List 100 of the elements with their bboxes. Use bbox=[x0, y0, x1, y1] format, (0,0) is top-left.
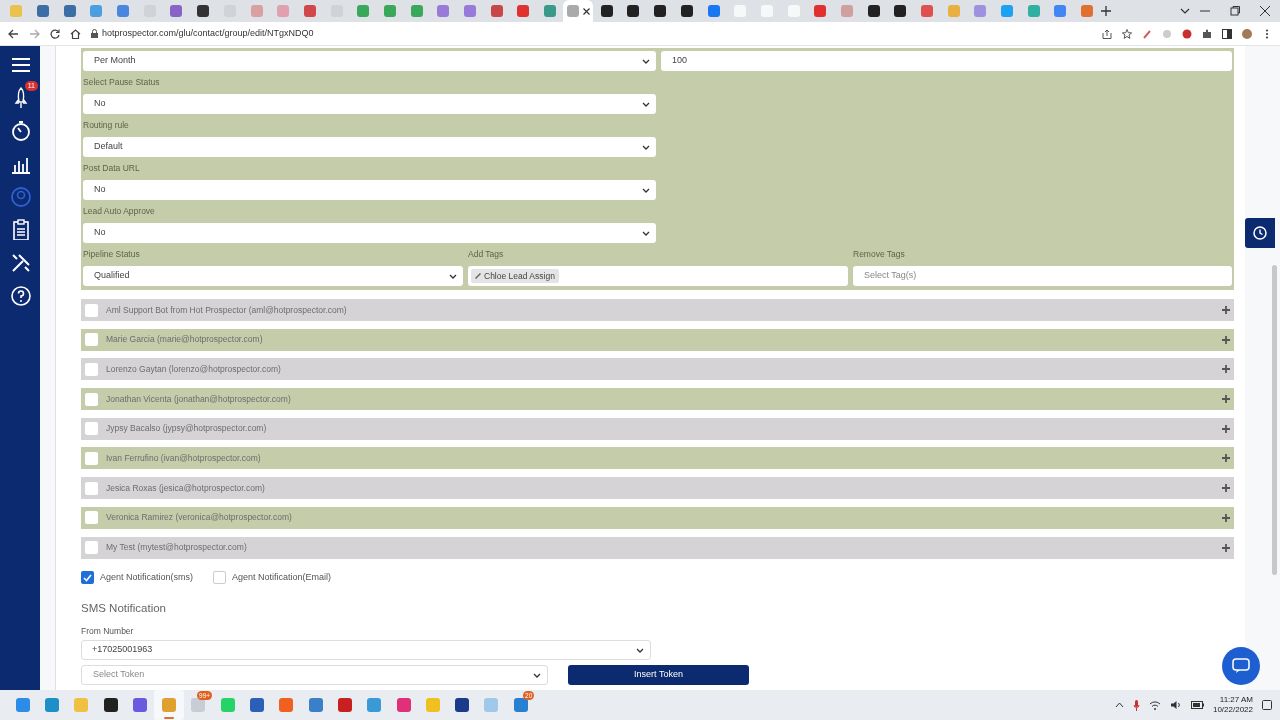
address-bar[interactable]: hotprospector.com/glu/contact/group/edit/NTgxNDQ0 bbox=[102, 26, 314, 41]
field-label: From Number bbox=[81, 625, 135, 638]
chevron-up-icon[interactable] bbox=[1114, 702, 1124, 708]
section-heading: SMS Notification bbox=[81, 601, 167, 616]
app-icon[interactable] bbox=[454, 697, 471, 713]
chat-icon bbox=[1232, 658, 1250, 674]
checkbox[interactable] bbox=[85, 541, 98, 554]
select-field[interactable]: Default bbox=[83, 137, 656, 157]
checkbox-label: Agent Notification(sms) bbox=[100, 570, 194, 584]
checkbox[interactable] bbox=[85, 303, 98, 317]
chevron-down-icon bbox=[533, 671, 541, 679]
select-field[interactable]: Per Month bbox=[83, 51, 656, 71]
checkbox[interactable] bbox=[85, 333, 98, 347]
checkbox-label: Agent Notification(Email) bbox=[232, 570, 332, 584]
agent-name: Aml Support Bot from Hot Prospector (aml@hotprospector.com) bbox=[106, 303, 348, 317]
clock-icon bbox=[1253, 226, 1267, 240]
lock-icon bbox=[91, 29, 98, 38]
select-field[interactable]: No bbox=[83, 223, 656, 243]
plus-icon[interactable] bbox=[1222, 306, 1230, 314]
plus-icon[interactable] bbox=[1222, 513, 1230, 522]
field-label: Remove Tags bbox=[853, 248, 906, 262]
insert-token-button[interactable]: Insert Token bbox=[568, 665, 749, 685]
new-tab-icon[interactable] bbox=[1100, 6, 1111, 16]
tools-icon[interactable] bbox=[9, 251, 31, 273]
field-label: Select Pause Status bbox=[83, 76, 161, 90]
checkbox[interactable] bbox=[85, 362, 98, 376]
avatar-icon[interactable] bbox=[1242, 28, 1252, 39]
select-field[interactable]: No bbox=[83, 94, 656, 114]
share-icon[interactable] bbox=[1102, 28, 1112, 39]
checkbox[interactable] bbox=[85, 481, 98, 495]
field-label: Lead Auto Approve bbox=[83, 205, 156, 219]
plus-icon[interactable] bbox=[1222, 484, 1230, 493]
back-icon[interactable] bbox=[8, 28, 19, 39]
agent-row[interactable]: Aml Support Bot from Hot Prospector (aml@hotprospector.com) bbox=[81, 299, 1234, 321]
checkbox[interactable] bbox=[81, 570, 94, 584]
plus-icon[interactable] bbox=[1222, 335, 1230, 344]
agent-row[interactable]: Jesica Roxas (jesica@hotprospector.com) bbox=[81, 477, 1234, 500]
extension-icon[interactable] bbox=[1182, 28, 1192, 39]
agent-row[interactable]: Jypsy Bacalso (jypsy@hotprospector.com) bbox=[81, 417, 1234, 440]
battery-icon[interactable] bbox=[1190, 701, 1204, 709]
agent-name: Jesica Roxas (jesica@hotprospector.com) bbox=[106, 481, 266, 495]
clock-time[interactable]: 11:27 AM bbox=[1219, 695, 1253, 705]
tags-field[interactable]: Select Tag(s) bbox=[853, 266, 1232, 286]
notification-icon[interactable] bbox=[1262, 700, 1272, 710]
close-icon[interactable] bbox=[1260, 6, 1270, 16]
home-icon[interactable] bbox=[70, 28, 81, 39]
help-icon[interactable] bbox=[9, 284, 31, 306]
checkbox[interactable] bbox=[213, 570, 227, 584]
forward-icon[interactable] bbox=[29, 28, 40, 39]
plus-icon[interactable] bbox=[1222, 543, 1230, 552]
checkbox[interactable] bbox=[85, 422, 98, 436]
chevron-down-icon bbox=[642, 57, 650, 65]
reload-icon[interactable] bbox=[50, 28, 60, 39]
chevron-down-icon bbox=[449, 272, 457, 280]
tags-field[interactable]: Chloe Lead Assign bbox=[468, 266, 848, 286]
checkbox[interactable] bbox=[85, 392, 98, 406]
input-field[interactable]: 100 bbox=[661, 51, 1232, 71]
plus-icon[interactable] bbox=[1222, 424, 1230, 433]
field-label: Routing rule bbox=[83, 119, 130, 133]
plus-icon[interactable] bbox=[1222, 454, 1230, 463]
field-label: Post Data URL bbox=[83, 162, 141, 176]
agent-name: Lorenzo Gaytan (lorenzo@hotprospector.com) bbox=[106, 363, 282, 376]
scrollbar[interactable] bbox=[1272, 265, 1277, 575]
star-icon[interactable] bbox=[1122, 28, 1132, 39]
chevron-down-icon bbox=[636, 646, 644, 654]
select-field[interactable]: Qualified bbox=[83, 266, 463, 286]
field-label: Add Tags bbox=[468, 248, 505, 262]
user-circle-icon[interactable] bbox=[9, 185, 31, 207]
chevron-down-icon bbox=[642, 143, 650, 151]
close-icon[interactable] bbox=[582, 7, 590, 15]
agent-name: Ivan Ferrufino (ivan@hotprospector.com) bbox=[106, 452, 262, 465]
field-label: Pipeline Status bbox=[83, 248, 141, 262]
chevron-down-icon bbox=[642, 229, 650, 237]
agent-name: Veronica Ramirez (veronica@hotprospector.com) bbox=[106, 511, 293, 525]
checkbox[interactable] bbox=[85, 451, 98, 465]
history-button[interactable] bbox=[1245, 218, 1275, 248]
plus-icon[interactable] bbox=[1222, 365, 1230, 374]
chevron-down-icon bbox=[642, 186, 650, 194]
sidebar-icon[interactable] bbox=[1222, 28, 1232, 39]
timer-icon[interactable] bbox=[9, 119, 31, 141]
app-icon[interactable] bbox=[102, 697, 119, 713]
microphone-icon[interactable] bbox=[1132, 699, 1140, 711]
clock-date[interactable]: 10/22/2022 bbox=[1212, 705, 1253, 715]
select-field[interactable]: Select Token bbox=[81, 665, 548, 685]
agent-name: My Test (mytest@hotprospector.com) bbox=[106, 541, 248, 554]
plus-icon[interactable] bbox=[1222, 395, 1230, 404]
agent-row[interactable]: My Test (mytest@hotprospector.com) bbox=[81, 536, 1234, 559]
wifi-icon[interactable] bbox=[1148, 700, 1161, 710]
select-field[interactable]: +17025001963 bbox=[81, 640, 651, 660]
restore-icon[interactable] bbox=[1230, 6, 1240, 16]
remove-icon[interactable] bbox=[475, 273, 481, 279]
extension-icon[interactable] bbox=[1142, 28, 1152, 39]
agent-name: Jypsy Bacalso (jypsy@hotprospector.com) bbox=[106, 422, 268, 436]
select-field[interactable]: No bbox=[83, 180, 656, 200]
puzzle-icon[interactable] bbox=[1202, 28, 1212, 39]
agent-name: Marie Garcia (marie@hotprospector.com) bbox=[106, 333, 264, 347]
agent-row[interactable]: Lorenzo Gaytan (lorenzo@hotprospector.com) bbox=[81, 358, 1234, 381]
speaker-icon[interactable] bbox=[1169, 700, 1182, 710]
checkbox[interactable] bbox=[85, 511, 98, 525]
chevron-down-icon[interactable] bbox=[1180, 8, 1190, 14]
